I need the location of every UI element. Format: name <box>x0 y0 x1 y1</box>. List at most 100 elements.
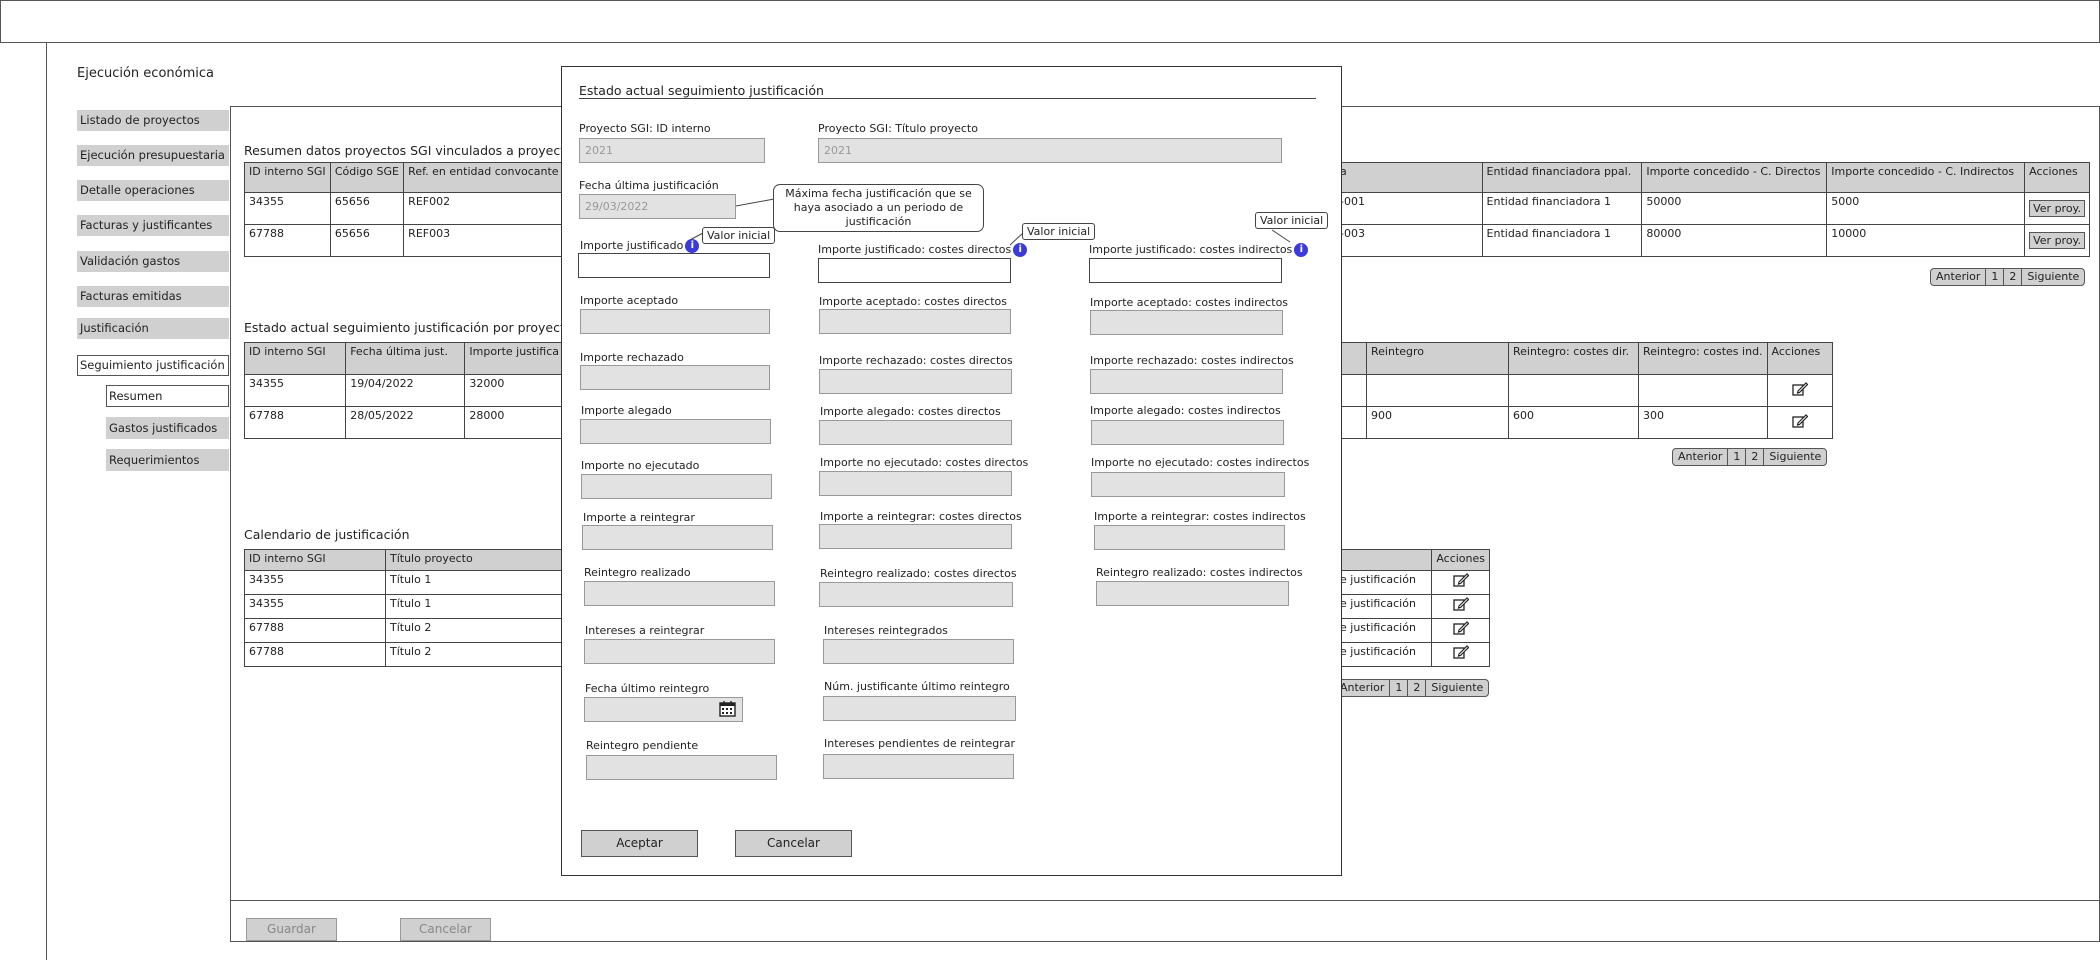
nav-listado-proyectos[interactable]: Listado de proyectos <box>77 110 229 131</box>
cell: 67788 <box>243 406 347 439</box>
ver-proyecto-button[interactable]: Ver proy. <box>2029 232 2085 249</box>
pagination-page[interactable]: 1 <box>1727 449 1745 465</box>
footer-cancel-button[interactable]: Cancelar <box>400 918 491 941</box>
col-header: Reintegro: costes ind. <box>1638 342 1768 375</box>
table-row: -001 Entidad financiadora 1 50000 5000 Ver p… <box>1335 192 2090 225</box>
importe-reintegrar-directos-label: Importe a reintegrar: costes directos <box>820 510 1022 523</box>
edit-icon[interactable] <box>1792 382 1809 396</box>
nav-detalle-operaciones[interactable]: Detalle operaciones <box>77 180 229 201</box>
pagination-page[interactable]: 1 <box>1985 269 2003 285</box>
pagination-next[interactable]: Siguiente <box>1763 449 1826 465</box>
cell: 32000 <box>464 374 564 407</box>
pagination-prev[interactable]: Anterior <box>1673 449 1727 465</box>
table-row: 34355 19/04/2022 32000 <box>243 374 564 407</box>
cell: 34355 <box>244 192 331 225</box>
edit-icon[interactable] <box>1453 573 1470 587</box>
ver-proyecto-button[interactable]: Ver proy. <box>2029 200 2085 217</box>
callout-pointer <box>736 198 775 207</box>
pagination-page[interactable]: 2 <box>2003 269 2021 285</box>
importe-aceptado-directos-label: Importe aceptado: costes directos <box>819 295 1008 308</box>
footer-divider <box>230 900 2100 901</box>
edit-icon[interactable] <box>1453 597 1470 611</box>
nav-validacion-gastos[interactable]: Validación gastos <box>77 251 229 272</box>
importe-alegado-label: Importe alegado <box>581 404 672 417</box>
section3-title: Calendario de justificación <box>244 527 410 542</box>
cell <box>1366 374 1509 407</box>
pagination-1: Anterior 1 2 Siguiente <box>1930 268 2086 286</box>
nav-justificacion[interactable]: Justificación <box>77 318 229 339</box>
importe-justificado-directos-input[interactable] <box>818 258 1011 283</box>
cell: 28000 <box>464 406 564 439</box>
table-row: e justificación <box>1334 594 1490 619</box>
table-row: e justificación <box>1334 642 1490 667</box>
nav-seguimiento-justificacion[interactable]: Seguimiento justificación <box>77 355 229 376</box>
importe-reintegrar-label: Importe a reintegrar <box>583 511 695 524</box>
section1-table-left: ID interno SGI Código SGE Ref. en entidad … <box>244 162 564 257</box>
col-header: Importe concedido - C. Directos <box>1641 162 1828 193</box>
edit-icon[interactable] <box>1792 414 1809 428</box>
id-interno-field: 2021 <box>579 138 765 163</box>
cell: Título 1 <box>385 570 564 595</box>
nav-ejecucion-presupuestaria[interactable]: Ejecución presupuestaria <box>77 145 229 166</box>
importe-justificado-input[interactable] <box>578 253 770 278</box>
calendar-icon[interactable] <box>719 700 736 717</box>
nav-facturas-emitidas[interactable]: Facturas emitidas <box>77 286 229 307</box>
section3-table-right: Acciones e justificación e justificación… <box>1334 549 1490 667</box>
pagination-next[interactable]: Siguiente <box>1425 680 1488 696</box>
subnav-gastos-justificados[interactable]: Gastos justificados <box>106 417 229 439</box>
cell: 19/04/2022 <box>345 374 466 407</box>
importe-justificado-indirectos-input[interactable] <box>1089 258 1282 283</box>
pagination-next[interactable]: Siguiente <box>2021 269 2084 285</box>
table-row: 900 600 300 <box>1335 406 1834 439</box>
intereses-pendientes-label: Intereses pendientes de reintegrar <box>824 737 1016 750</box>
reintegro-realizado-indirectos-label: Reintegro realizado: costes indirectos <box>1096 566 1303 579</box>
reintegro-pendiente-label: Reintegro pendiente <box>586 739 699 752</box>
col-header: ID interno SGI <box>244 549 386 571</box>
fecha-ultima-label: Fecha última justificación <box>579 179 719 192</box>
cell: 34355 <box>244 570 386 595</box>
info-icon[interactable]: i <box>1294 243 1309 257</box>
table-row: 67788 28/05/2022 28000 <box>243 406 564 439</box>
pagination-prev[interactable]: Anterior <box>1931 269 1985 285</box>
table-row: 34355 Título 1 <box>244 570 564 595</box>
label-text: Importe justificado <box>580 239 684 252</box>
importe-no-ejecutado-field <box>581 474 772 499</box>
cell: 600 <box>1508 406 1639 439</box>
cell: 65656 <box>329 224 405 257</box>
intereses-reintegrar-field <box>584 639 775 664</box>
save-button[interactable]: Guardar <box>246 918 337 941</box>
reintegro-realizado-directos-field <box>819 582 1013 607</box>
cell: Entidad financiadora 1 <box>1481 192 1643 225</box>
table-row: e justificación <box>1334 570 1490 595</box>
col-header: Título proyecto <box>385 549 564 571</box>
table-row: 67788 Título 2 <box>244 642 564 667</box>
info-icon[interactable]: i <box>1013 243 1028 257</box>
intereses-reintegrados-label: Intereses reintegrados <box>824 624 948 637</box>
pagination-page[interactable]: 1 <box>1389 680 1407 696</box>
modal-cancel-button[interactable]: Cancelar <box>735 830 852 857</box>
col-header <box>1334 549 1433 571</box>
importe-aceptado-directos-field <box>819 309 1011 334</box>
pagination-page[interactable]: 2 <box>1407 680 1425 696</box>
edit-icon[interactable] <box>1453 645 1470 659</box>
subnav-requerimientos[interactable]: Requerimientos <box>106 449 229 471</box>
pagination-2: Anterior 1 2 Siguiente <box>1672 448 1828 466</box>
titulo-proyecto-label: Proyecto SGI: Título proyecto <box>818 122 978 135</box>
subnav-resumen[interactable]: Resumen <box>106 385 229 407</box>
nav-facturas-justificantes[interactable]: Facturas y justificantes <box>77 215 229 236</box>
table-row: e justificación <box>1334 618 1490 643</box>
edit-icon[interactable] <box>1453 621 1470 635</box>
importe-no-ejecutado-indirectos-field <box>1091 472 1285 497</box>
cell: -001 <box>1335 192 1483 225</box>
cell: -003 <box>1335 224 1483 257</box>
pagination-3: Anterior 1 2 Siguiente <box>1334 679 1490 697</box>
col-header: Fecha última just. <box>345 342 466 375</box>
fecha-ultima-field: 29/03/2022 <box>579 194 736 219</box>
pagination-page[interactable]: 2 <box>1745 449 1763 465</box>
cell: Entidad financiadora 1 <box>1481 224 1643 257</box>
info-icon[interactable]: i <box>685 239 700 253</box>
cell: e justificación <box>1334 642 1433 667</box>
cell: 67788 <box>244 642 386 667</box>
pagination-prev[interactable]: Anterior <box>1335 680 1389 696</box>
accept-button[interactable]: Aceptar <box>581 830 698 857</box>
